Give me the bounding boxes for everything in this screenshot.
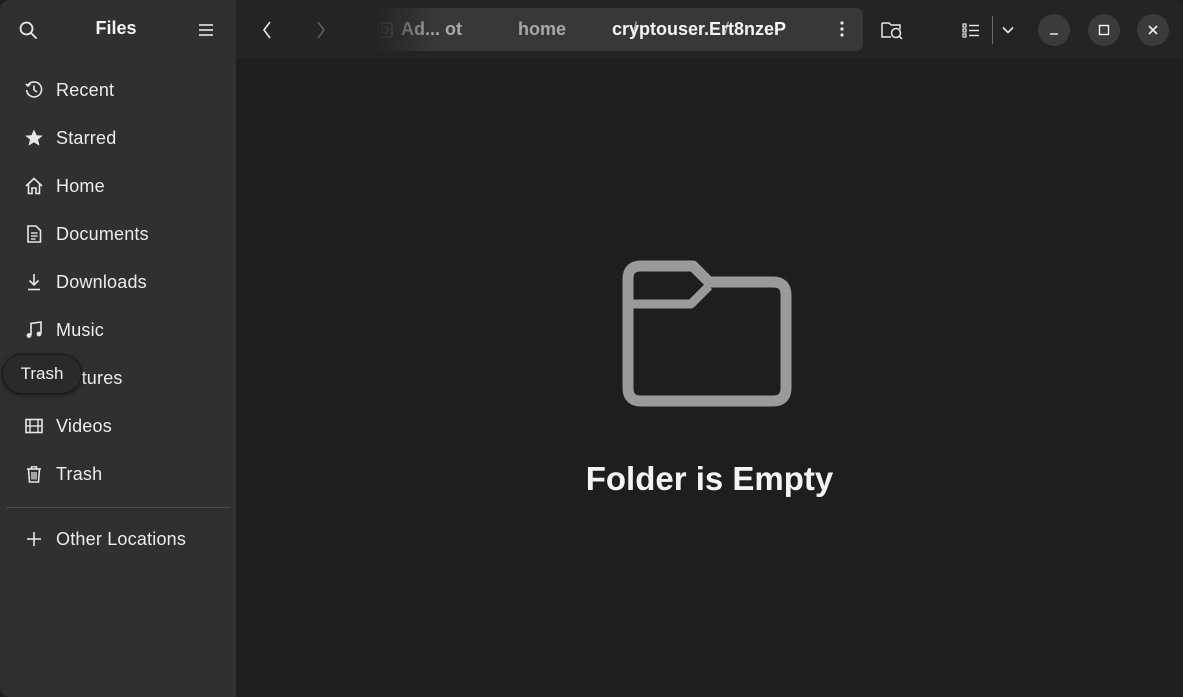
sidebar-header: Files [0,0,236,58]
download-icon [24,272,44,292]
empty-folder-title: Folder is Empty [585,460,834,497]
sidebar-item-videos[interactable]: Videos [6,404,230,448]
maximize-button[interactable] [1088,14,1120,46]
sidebar-item-downloads[interactable]: Downloads [6,260,230,304]
sidebar-item-label: Documents [56,223,149,244]
sidebar-item-label: Videos [56,415,112,436]
back-arrow-icon[interactable] [250,13,284,47]
home-icon [24,176,44,196]
view-divider [992,16,993,44]
trash-icon [24,464,44,484]
sidebar-item-label: Recent [56,79,115,100]
hamburger-menu-icon[interactable] [190,14,222,46]
sidebar-item-label: Downloads [56,271,147,292]
tooltip: Trash [2,354,82,394]
sidebar-item-trash[interactable]: Trash [6,452,230,496]
path-bar: Ad... ot / home / cryptouser.Ert8nzeP [375,8,863,51]
sidebar-item-label: Other Locations [56,528,187,549]
more-vertical-icon[interactable] [827,14,857,44]
sidebar-item-recent[interactable]: Recent [6,68,230,112]
sidebar-item-documents[interactable]: Documents [6,212,230,256]
forward-arrow-icon[interactable] [304,13,338,47]
header-bar: Ad... ot / home / cryptouser.Ert8nzeP [236,0,1183,58]
plus-icon [24,529,44,549]
document-icon [24,224,44,244]
video-icon [24,416,44,436]
path-fade [375,8,435,51]
star-icon [24,128,44,148]
sidebar-item-label: Music [56,319,105,340]
maximize-icon [1098,24,1110,36]
app-title: Files [95,18,137,38]
list-view-icon[interactable] [954,13,988,47]
sidebar-item-label: Trash [56,463,103,484]
sidebar-item-starred[interactable]: Starred [6,116,230,160]
breadcrumb-current[interactable]: cryptouser.Ert8nzeP [612,19,786,40]
chevron-down-icon[interactable] [996,13,1020,47]
minimize-icon [1050,33,1058,35]
close-icon [1148,25,1158,35]
close-button[interactable] [1137,14,1169,46]
sidebar-item-music[interactable]: Music [6,308,230,352]
search-folder-icon[interactable] [874,13,910,47]
sidebar-item-label: Starred [56,127,117,148]
folder-content: Folder is Empty [236,58,1183,697]
breadcrumb-home[interactable]: home [518,19,566,40]
search-icon[interactable] [12,14,44,46]
sidebar-divider [6,507,230,508]
sidebar-item-other-locations[interactable]: Other Locations [6,517,230,561]
minimize-button[interactable] [1038,14,1070,46]
clock-icon [24,80,44,100]
sidebar: Files Recent Starred Home Documents Down… [0,0,236,697]
empty-folder-icon [622,260,792,407]
sidebar-item-label: Home [56,175,105,196]
music-icon [24,320,44,340]
file-manager-window: Files Recent Starred Home Documents Down… [0,0,1183,697]
sidebar-item-home[interactable]: Home [6,164,230,208]
